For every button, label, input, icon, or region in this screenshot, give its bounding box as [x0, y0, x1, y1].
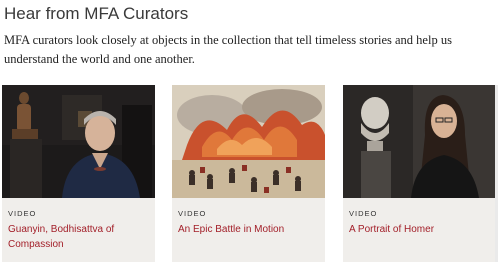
video-thumbnail-guanyin[interactable]	[2, 85, 155, 198]
video-title-link[interactable]: Guanyin, Bodhisattva of Compassion	[8, 222, 148, 252]
video-card-homer[interactable]: VIDEO A Portrait of Homer	[343, 85, 496, 262]
video-title-link[interactable]: A Portrait of Homer	[349, 222, 489, 237]
video-card-epic-battle[interactable]: VIDEO An Epic Battle in Motion	[172, 85, 325, 262]
video-title-link[interactable]: An Epic Battle in Motion	[178, 222, 318, 237]
media-type-label: VIDEO	[349, 209, 378, 218]
video-thumbnail-homer[interactable]	[343, 85, 496, 198]
video-thumbnail-epic-battle[interactable]	[172, 85, 325, 198]
section-title: Hear from MFA Curators	[4, 4, 189, 23]
video-card-guanyin[interactable]: VIDEO Guanyin, Bodhisattva of Compassion	[2, 85, 155, 262]
section-description: MFA curators look closely at objects in …	[4, 33, 452, 66]
media-type-label: VIDEO	[8, 209, 37, 218]
media-type-label: VIDEO	[178, 209, 207, 218]
